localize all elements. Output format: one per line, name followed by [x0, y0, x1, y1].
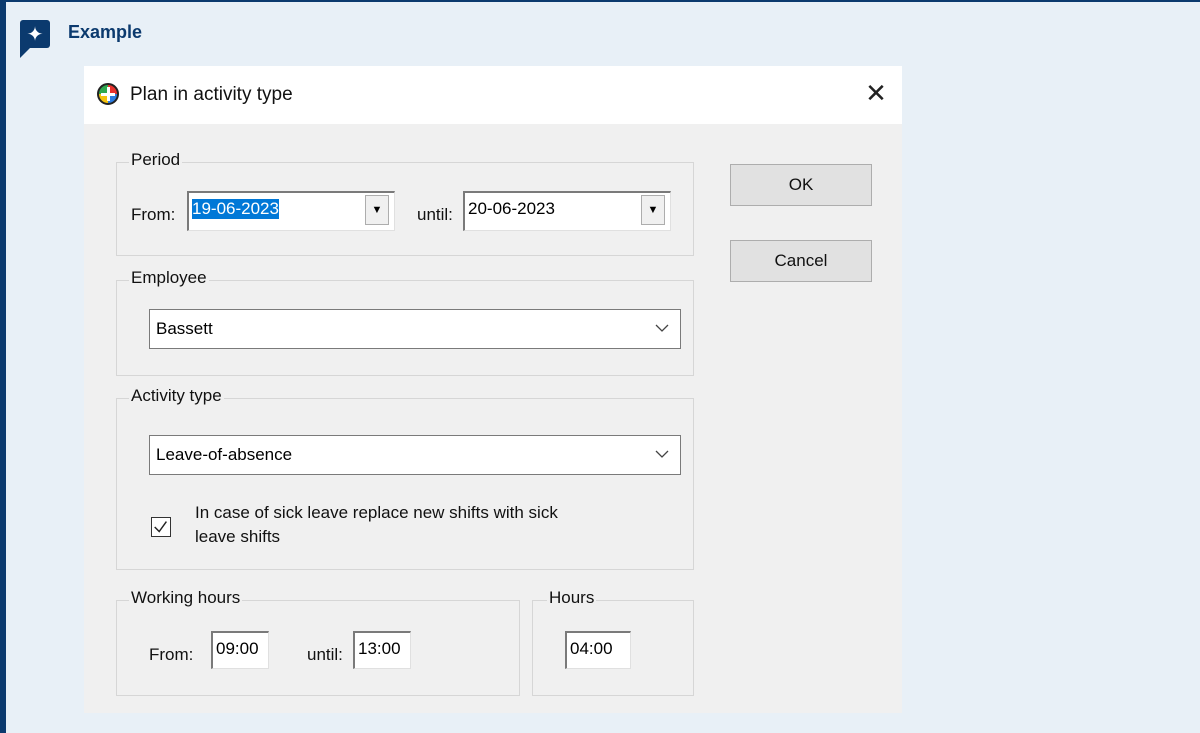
ok-button[interactable]: OK: [730, 164, 872, 206]
hours-input[interactable]: 04:00: [565, 631, 631, 669]
sick-leave-checkbox-label-line2: leave shifts: [195, 527, 281, 546]
period-until-label: until:: [417, 205, 453, 224]
period-from-dropdown-button[interactable]: ▼: [365, 195, 389, 225]
sick-leave-checkbox-label-line1: In case of sick leave replace new shifts…: [195, 503, 558, 522]
period-from-value: 19-06-2023: [192, 199, 279, 219]
working-hours-group: Working hours From: 09:00 until: 13:00: [116, 588, 520, 696]
period-until-dropdown-button[interactable]: ▼: [641, 195, 665, 225]
working-hours-label: Working hours: [129, 588, 243, 608]
working-hours-until-input[interactable]: 13:00: [353, 631, 411, 669]
checkmark-icon: [154, 521, 167, 533]
activity-type-select[interactable]: Leave-of-absence: [149, 435, 681, 475]
period-until-date[interactable]: 20-06-2023 ▼: [463, 191, 671, 231]
chevron-down-icon: [655, 450, 669, 458]
app-icon: [97, 83, 119, 105]
sick-leave-checkbox[interactable]: [151, 517, 171, 537]
employee-label: Employee: [129, 268, 209, 288]
activity-type-group: Activity type Leave-of-absence In case o…: [116, 386, 694, 570]
activity-type-value: Leave-of-absence: [156, 445, 293, 464]
employee-group: Employee Bassett: [116, 268, 694, 376]
period-from-label: From:: [131, 205, 176, 224]
employee-value: Bassett: [156, 319, 213, 338]
activity-type-label: Activity type: [129, 386, 224, 406]
chevron-down-icon: [655, 324, 669, 332]
hours-group: Hours 04:00: [532, 588, 694, 696]
callout-title: Example: [68, 22, 143, 42]
working-hours-from-label: From:: [149, 645, 194, 664]
working-hours-from-input[interactable]: 09:00: [211, 631, 269, 669]
sparkle-icon: ✦: [20, 20, 50, 58]
period-label: Period: [129, 150, 183, 170]
period-from-date[interactable]: 19-06-2023 ▼: [187, 191, 395, 231]
period-group: Period From: 19-06-2023 ▼ until: 20-06-2…: [116, 150, 694, 256]
working-hours-until-label: until:: [307, 645, 343, 664]
employee-select[interactable]: Bassett: [149, 309, 681, 349]
example-callout: ✦ Example Plan in activity type ✕ Period…: [0, 0, 1200, 733]
hours-label: Hours: [547, 588, 597, 608]
cancel-button[interactable]: Cancel: [730, 240, 872, 282]
dialog-title: Plan in activity type: [130, 84, 293, 105]
period-until-value: 20-06-2023: [468, 199, 555, 218]
plan-activity-dialog: Plan in activity type ✕ Period From: 19-…: [84, 66, 902, 713]
close-button[interactable]: ✕: [860, 78, 892, 110]
dialog-titlebar: Plan in activity type ✕: [84, 66, 902, 124]
